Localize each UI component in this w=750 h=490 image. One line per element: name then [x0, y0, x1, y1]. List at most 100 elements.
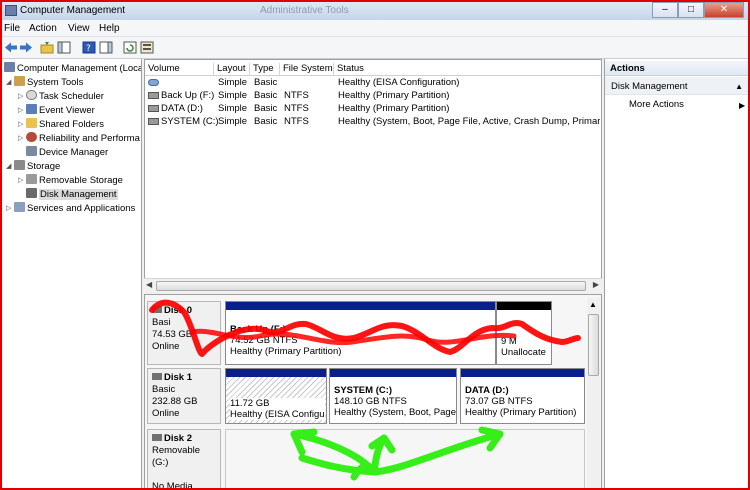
- volume-list: Volume Layout Type File System Status Si…: [144, 59, 602, 292]
- volume-cell: DATA (D:): [161, 103, 203, 114]
- help-icon[interactable]: ?: [82, 41, 96, 54]
- console-tree: Computer Management (Local ◢ System Tools…: [2, 59, 142, 488]
- tree-item-disk-management[interactable]: Disk Management: [18, 188, 118, 201]
- event-viewer-icon: [26, 104, 37, 114]
- refresh-icon[interactable]: [123, 41, 137, 54]
- actions-section-disk-management[interactable]: Disk Management ▲: [605, 77, 748, 95]
- vertical-scroll-thumb[interactable]: [588, 314, 599, 376]
- partition-unallocated[interactable]: 9 M Unallocate: [496, 301, 552, 365]
- layout-cell: Simple: [218, 77, 248, 88]
- disk-type: Removable (G:): [152, 445, 201, 468]
- tree-item-services-applications[interactable]: ▷ Services and Applications: [6, 202, 135, 215]
- maximize-button[interactable]: □: [678, 2, 704, 18]
- tree-item-label: Task Scheduler: [39, 91, 104, 102]
- removable-storage-icon: [26, 174, 37, 184]
- collapse-up-icon[interactable]: ▲: [735, 82, 743, 91]
- disk-1-label[interactable]: Disk 1 Basic 232.88 GB Online: [147, 368, 221, 424]
- volume-icon: [148, 92, 159, 99]
- tree-item-label: Storage: [27, 161, 61, 172]
- back-arrow-icon[interactable]: [4, 41, 18, 54]
- column-header-type[interactable]: Type: [250, 63, 280, 76]
- menu-help[interactable]: Help: [99, 23, 120, 34]
- volume-icon: [148, 118, 159, 125]
- vertical-scrollbar[interactable]: ▲: [587, 298, 600, 488]
- partition-data-d[interactable]: DATA (D:) 73.07 GB NTFS Healthy (Primary…: [460, 368, 585, 424]
- volume-icon: [148, 79, 159, 86]
- column-header-volume[interactable]: Volume: [145, 63, 214, 76]
- performance-icon: [26, 132, 37, 142]
- tree-item-storage[interactable]: ◢ Storage: [6, 160, 60, 173]
- menu-action[interactable]: Action: [29, 23, 57, 34]
- type-cell: Basic: [254, 77, 278, 88]
- horizontal-scroll-thumb[interactable]: [156, 281, 586, 291]
- device-manager-icon: [26, 146, 37, 156]
- show-hide-console-tree-icon[interactable]: [57, 41, 71, 54]
- clock-icon: [26, 90, 37, 100]
- disk-size: 232.88 GB: [152, 396, 198, 407]
- menu-view[interactable]: View: [68, 23, 90, 34]
- services-icon: [14, 202, 25, 212]
- layout-cell: Simple: [218, 103, 248, 114]
- title-bar[interactable]: Computer Management Administrative Tools…: [2, 2, 748, 20]
- partition-status: Healthy (EISA Configu: [230, 409, 325, 420]
- tree-item-task-scheduler[interactable]: ▷ Task Scheduler: [18, 90, 104, 103]
- tree-item-event-viewer[interactable]: ▷ Event Viewer: [18, 104, 95, 117]
- more-actions-item[interactable]: More Actions: [629, 99, 684, 110]
- expand-arrow-icon[interactable]: ▷: [18, 176, 26, 184]
- column-header-layout[interactable]: Layout: [214, 63, 250, 76]
- minimize-button[interactable]: –: [652, 2, 678, 18]
- menu-file[interactable]: File: [4, 23, 20, 34]
- table-row[interactable]: Simple Basic Healthy (EISA Configuration…: [145, 77, 601, 90]
- tree-item-label: Event Viewer: [39, 105, 95, 116]
- column-header-status[interactable]: Status: [334, 63, 601, 76]
- close-button[interactable]: ✕: [704, 2, 744, 18]
- scroll-right-icon[interactable]: ▶: [593, 280, 599, 289]
- up-folder-icon[interactable]: [40, 41, 54, 54]
- disk-icon: [26, 188, 37, 198]
- tree-item-computer-management[interactable]: Computer Management (Local: [4, 62, 141, 75]
- actions-pane: Actions Disk Management ▲ More Actions ▶: [604, 59, 748, 488]
- tree-item-system-tools[interactable]: ◢ System Tools: [6, 76, 83, 89]
- partition-backup-f[interactable]: Back Up (F:) 74.52 GB NTFS Healthy (Prim…: [225, 301, 496, 365]
- expand-arrow-icon[interactable]: ▷: [18, 92, 26, 100]
- disk-state: Online: [152, 341, 180, 352]
- collapse-arrow-icon[interactable]: ◢: [6, 78, 14, 86]
- horizontal-scrollbar[interactable]: ◀ ▶: [144, 278, 602, 292]
- type-cell: Basic: [254, 103, 278, 114]
- disk-state: Online: [152, 408, 180, 419]
- tree-item-device-manager[interactable]: Device Manager: [18, 146, 108, 159]
- table-row[interactable]: DATA (D:) Simple Basic NTFS Healthy (Pri…: [145, 103, 601, 116]
- removable-disk-icon: [152, 434, 162, 441]
- expand-arrow-icon[interactable]: ▷: [18, 120, 26, 128]
- partition-title: Back Up (F:): [230, 324, 286, 335]
- tree-item-shared-folders[interactable]: ▷ Shared Folders: [18, 118, 104, 131]
- table-row[interactable]: Back Up (F:) Simple Basic NTFS Healthy (…: [145, 90, 601, 103]
- disk-2-label[interactable]: Disk 2 Removable (G:) No Media: [147, 429, 221, 490]
- partition-size: 9 M: [501, 336, 517, 347]
- layout-cell: Simple: [218, 116, 248, 127]
- table-row[interactable]: SYSTEM (C:) Simple Basic NTFS Healthy (S…: [145, 116, 601, 129]
- file-system-cell: NTFS: [284, 103, 309, 114]
- partition-size: 73.07 GB NTFS: [465, 396, 533, 407]
- partition-bar: [226, 369, 326, 377]
- partition-system-c[interactable]: SYSTEM (C:) 148.10 GB NTFS Healthy (Syst…: [329, 368, 457, 424]
- toolbar: ?: [2, 37, 748, 59]
- collapse-arrow-icon[interactable]: ◢: [6, 162, 14, 170]
- tree-item-removable-storage[interactable]: ▷ Removable Storage: [18, 174, 123, 187]
- scroll-up-icon[interactable]: ▲: [589, 300, 597, 309]
- expand-arrow-icon[interactable]: ▷: [6, 204, 14, 212]
- expand-arrow-icon[interactable]: ▷: [18, 106, 26, 114]
- partition-eisa-configuration[interactable]: 11.72 GB Healthy (EISA Configu: [225, 368, 327, 424]
- submenu-arrow-icon[interactable]: ▶: [739, 101, 745, 110]
- show-hide-action-pane-icon[interactable]: [99, 41, 113, 54]
- expand-arrow-icon[interactable]: ▷: [18, 134, 26, 142]
- computer-management-window: Computer Management Administrative Tools…: [0, 0, 750, 490]
- scroll-left-icon[interactable]: ◀: [146, 280, 152, 289]
- disk-state: No Media: [152, 481, 193, 490]
- forward-arrow-icon[interactable]: [19, 41, 33, 54]
- column-header-file-system[interactable]: File System: [280, 63, 334, 76]
- properties-icon[interactable]: [140, 41, 154, 54]
- window-title: Computer Management: [20, 5, 126, 16]
- tree-item-reliability-performance[interactable]: ▷ Reliability and Performa: [18, 132, 140, 145]
- disk-0-label[interactable]: Disk 0 Basi 74.53 GB Online: [147, 301, 221, 365]
